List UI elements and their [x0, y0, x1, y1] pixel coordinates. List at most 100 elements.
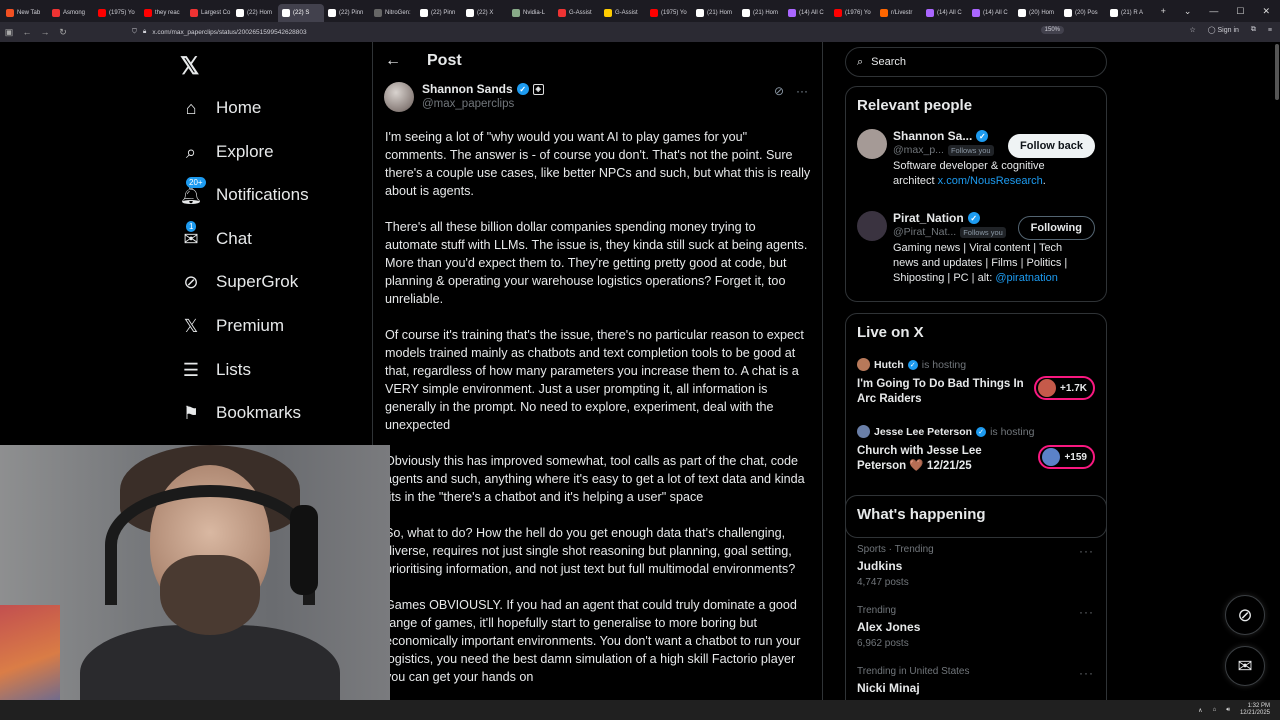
tray-chevron-icon[interactable]: ∧ — [1198, 707, 1202, 714]
close-window-button[interactable]: ✕ — [1262, 6, 1270, 17]
browser-tab[interactable]: r/Livestr — [876, 4, 922, 22]
url-text: x.com/max_paperclips/status/200265159954… — [152, 28, 307, 36]
browser-tab[interactable]: Asmong — [48, 4, 94, 22]
tab-favicon-icon — [604, 8, 612, 17]
post-author[interactable]: Shannon Sands ✓ ◈ @max_paperclips — [384, 82, 544, 112]
tab-favicon-icon — [650, 8, 658, 17]
grok-icon: ⊘ — [1237, 604, 1253, 625]
follows-you-badge: Follows you — [947, 144, 994, 156]
browser-tab[interactable]: (22) Pinn — [324, 4, 370, 22]
browser-tab[interactable]: (21) Hom — [692, 4, 738, 22]
verified-badge-icon: ✓ — [967, 212, 980, 224]
person-name[interactable]: Shannon Sa... — [893, 129, 972, 143]
bio-link[interactable]: @piratnation — [995, 272, 1058, 284]
avatar — [857, 425, 870, 438]
reload-icon[interactable]: ↻ — [54, 27, 72, 38]
bookmark-icon: ⚑ — [182, 402, 200, 423]
tab-label: (20) Hom — [1029, 9, 1055, 16]
browser-tab[interactable]: (14) All C — [922, 4, 968, 22]
address-bar[interactable]: ⛉ 🔒︎ x.com/max_paperclips/status/2002651… — [132, 25, 1082, 39]
bio-link[interactable]: x.com/NousResearch — [938, 175, 1043, 187]
browser-tab[interactable]: (22) Pinn — [416, 4, 462, 22]
sign-in-label: Sign in — [1217, 27, 1239, 34]
affiliation-badge-icon: ◈ — [532, 83, 544, 95]
nav-item-chat[interactable]: ✉ 1 Chat — [180, 221, 252, 254]
browser-tab[interactable]: NitroGen: — [370, 4, 416, 22]
zoom-level[interactable]: 150% — [1040, 26, 1064, 34]
volume-icon[interactable]: 🔊︎ — [1226, 707, 1230, 714]
menu-icon[interactable]: ≡ — [1268, 27, 1272, 34]
grok-fab-button[interactable]: ⊘ — [1225, 595, 1265, 635]
author-handle[interactable]: @max_paperclips — [422, 98, 544, 110]
browser-tab[interactable]: (22) S — [278, 3, 324, 22]
avatar[interactable] — [384, 82, 414, 112]
search-placeholder: Search — [871, 56, 907, 68]
browser-tab[interactable]: (14) All C — [968, 4, 1014, 22]
browser-tab[interactable]: (1976) Yo — [830, 4, 876, 22]
listener-count[interactable]: +159 — [1038, 445, 1095, 469]
sidebar-toggle-icon[interactable]: ▣ — [0, 27, 18, 38]
browser-tab[interactable]: Largest Co — [186, 4, 232, 22]
trend-item[interactable]: Sports · Trending Judkins 4,747 posts ··· — [857, 544, 1097, 588]
live-space[interactable]: Jesse Lee Peterson ✓ is hosting Church with… — [857, 425, 1034, 474]
nav-item-home[interactable]: ⌂ Home — [180, 93, 262, 123]
browser-toolbar: ▣ ← → ↻ ⛉ 🔒︎ x.com/max_paperclips/status… — [0, 22, 1280, 42]
minimize-button[interactable]: — — [1209, 6, 1218, 16]
tab-label: (1976) Yo — [845, 9, 871, 16]
extensions-icon[interactable]: ⧉ — [1251, 26, 1256, 34]
account-sign-in[interactable]: ◯ Sign in — [1208, 26, 1239, 34]
page-scrollbar[interactable] — [1274, 42, 1280, 700]
browser-tab[interactable]: they reac — [140, 4, 186, 22]
trend-item[interactable]: Trending Alex Jones 6,962 posts ··· — [857, 605, 1097, 649]
person-name[interactable]: Pirat_Nation — [893, 211, 964, 225]
nav-item-premium[interactable]: 𝕏 Premium — [180, 311, 284, 341]
browser-tab[interactable]: G-Assist — [554, 4, 600, 22]
avatar[interactable] — [857, 129, 887, 159]
more-options-icon[interactable]: ··· — [796, 84, 808, 98]
clock[interactable]: 1:32 PM 12/21/2025 — [1240, 703, 1270, 717]
network-icon[interactable]: ⌂ — [1213, 707, 1217, 713]
maximize-button[interactable]: ☐ — [1236, 6, 1244, 17]
trend-item[interactable]: Trending in United States Nicki Minaj ··· — [857, 666, 1097, 699]
grok-icon[interactable]: ⊘ — [774, 84, 784, 98]
back-arrow-icon[interactable]: ← — [18, 27, 36, 37]
nav-item-supergrok[interactable]: ⊘ SuperGrok — [180, 267, 298, 297]
browser-tab[interactable]: Nvidia-L — [508, 4, 554, 22]
browser-tab[interactable]: (22) Hom — [232, 4, 278, 22]
browser-tab[interactable]: (22) X — [462, 4, 508, 22]
browser-tab[interactable]: (21) Hom — [738, 4, 784, 22]
nav-item-notifications[interactable]: 🔔︎ 20+ Notifications — [180, 177, 309, 210]
x-logo-icon[interactable]: 𝕏 — [180, 52, 199, 81]
bio-tail: . — [1042, 175, 1046, 187]
author-name[interactable]: Shannon Sands — [422, 82, 513, 96]
more-options-icon[interactable]: ··· — [1079, 605, 1094, 619]
verified-badge-icon: ✓ — [907, 359, 918, 370]
browser-tab[interactable]: (1975) Yo — [94, 4, 140, 22]
browser-tab[interactable]: (20) Pos — [1060, 4, 1106, 22]
more-options-icon[interactable]: ··· — [1079, 544, 1094, 558]
browser-tab[interactable]: New Tab — [2, 4, 48, 22]
search-input[interactable]: ⌕ Search — [845, 47, 1107, 77]
browser-tab[interactable]: (1975) Yo — [646, 4, 692, 22]
star-icon[interactable]: ☆ — [1189, 26, 1195, 34]
new-tab-button[interactable]: + — [1161, 6, 1166, 16]
browser-tab[interactable]: (14) All C — [784, 4, 830, 22]
follow-back-button[interactable]: Follow back — [1008, 134, 1095, 158]
following-button[interactable]: Following — [1017, 216, 1095, 240]
browser-tab[interactable]: (21) R A — [1106, 4, 1152, 22]
avatar[interactable] — [857, 211, 887, 241]
nav-item-explore[interactable]: ⌕ Explore — [180, 137, 274, 167]
trend-name: Alex Jones — [857, 620, 921, 634]
messages-fab-button[interactable]: ✉ — [1225, 646, 1265, 686]
lock-icon: 🔒︎ — [142, 28, 147, 35]
live-space[interactable]: Hutch ✓ is hosting I'm Going To Do Bad Thin… — [857, 358, 1027, 407]
listener-count[interactable]: +1.7K — [1034, 376, 1095, 400]
back-arrow-icon[interactable]: ← — [385, 52, 401, 70]
nav-item-bookmarks[interactable]: ⚑ Bookmarks — [180, 398, 301, 428]
browser-tab[interactable]: G-Assist — [600, 4, 646, 22]
browser-tab[interactable]: (20) Hom — [1014, 4, 1060, 22]
more-options-icon[interactable]: ··· — [1079, 666, 1094, 680]
nav-item-lists[interactable]: ☰ Lists — [180, 355, 251, 385]
tab-list-chevron-icon[interactable]: ⌄ — [1184, 6, 1192, 17]
forward-arrow-icon[interactable]: → — [36, 27, 54, 37]
